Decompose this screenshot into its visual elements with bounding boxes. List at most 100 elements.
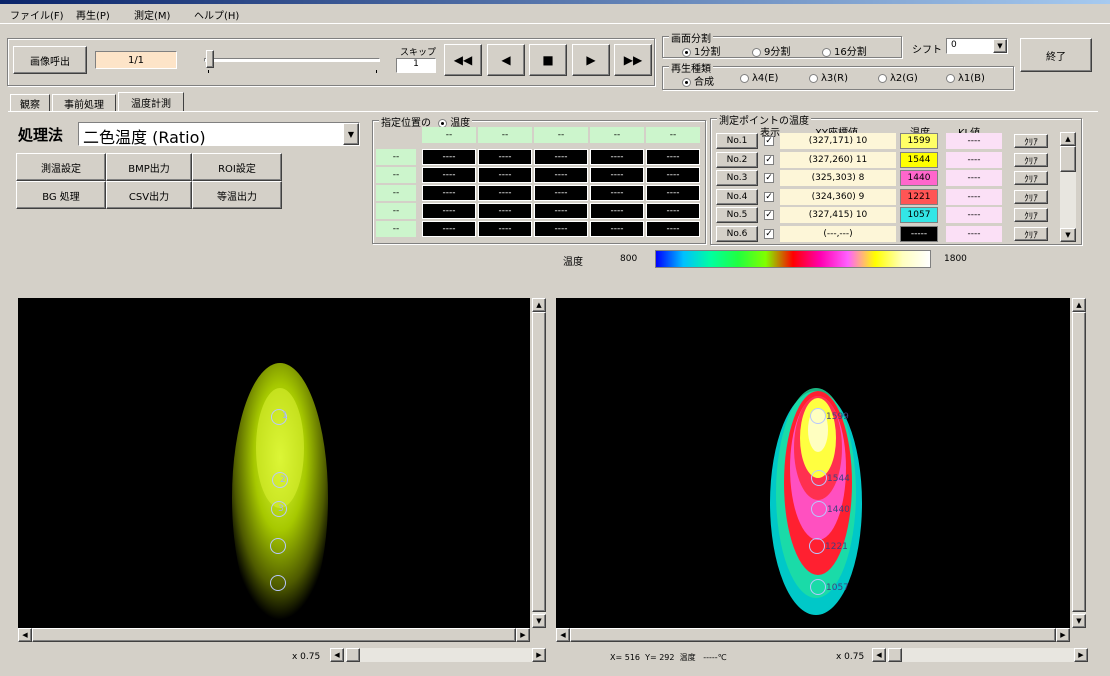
- measure-point-marker[interactable]: [270, 575, 286, 591]
- split-option-1[interactable]: 1分割: [682, 43, 720, 58]
- point-checkbox[interactable]: ✓: [764, 136, 774, 146]
- tab-observe[interactable]: 観察: [10, 94, 50, 112]
- scroll-up-icon[interactable]: ▲: [1060, 132, 1076, 146]
- tab-temperature[interactable]: 温度計測: [118, 92, 184, 112]
- scroll-down-icon[interactable]: ▼: [532, 614, 546, 628]
- roi-settings-button[interactable]: ROI設定: [192, 153, 282, 181]
- measure-point-marker[interactable]: [810, 408, 826, 424]
- temp-settings-button[interactable]: 測温設定: [16, 153, 106, 181]
- split-option-16[interactable]: 16分割: [822, 43, 867, 58]
- scroll-right-icon[interactable]: ▶: [1056, 628, 1070, 642]
- scroll-thumb[interactable]: [532, 312, 546, 612]
- split-option-9[interactable]: 9分割: [752, 43, 790, 58]
- chevron-down-icon[interactable]: ▼: [343, 123, 359, 145]
- scroll-up-icon[interactable]: ▲: [1072, 298, 1086, 312]
- menu-measure[interactable]: 測定(M): [134, 7, 170, 22]
- right-zoom-label: x 0.75: [836, 652, 865, 662]
- scroll-right-icon[interactable]: ▶: [516, 628, 530, 642]
- playback-option-composite[interactable]: 合成: [682, 73, 714, 88]
- point-checkbox[interactable]: ✓: [764, 155, 774, 165]
- scroll-left-icon[interactable]: ◀: [18, 628, 32, 642]
- stop-button[interactable]: ■: [529, 44, 567, 76]
- measure-point-marker[interactable]: [811, 470, 827, 486]
- skip-input[interactable]: 1: [396, 58, 436, 73]
- point-xy-value: (327,415) 10: [780, 207, 896, 223]
- playback-option-l1[interactable]: λ1(B): [946, 73, 985, 84]
- point-name-button[interactable]: No.4: [716, 189, 758, 205]
- point-name-button[interactable]: No.2: [716, 152, 758, 168]
- scroll-right-icon[interactable]: ▶: [532, 648, 546, 662]
- point-name-button[interactable]: No.5: [716, 207, 758, 223]
- point-clear-button[interactable]: ｸﾘｱ: [1014, 190, 1048, 204]
- point-clear-button[interactable]: ｸﾘｱ: [1014, 134, 1048, 148]
- rewind-fast-button[interactable]: ◀◀: [444, 44, 482, 76]
- scroll-up-icon[interactable]: ▲: [532, 298, 546, 312]
- grid-header-cell: --: [478, 127, 532, 143]
- point-name-button[interactable]: No.3: [716, 170, 758, 186]
- right-vscroll[interactable]: ▲ ▼: [1072, 298, 1086, 628]
- isotherm-output-button[interactable]: 等温出力: [192, 181, 282, 209]
- point-clear-button[interactable]: ｸﾘｱ: [1014, 208, 1048, 222]
- chevron-down-icon[interactable]: ▼: [993, 39, 1007, 53]
- point-clear-button[interactable]: ｸﾘｱ: [1014, 227, 1048, 241]
- bmp-output-button[interactable]: BMP出力: [106, 153, 192, 181]
- point-checkbox[interactable]: ✓: [764, 173, 774, 183]
- scroll-down-icon[interactable]: ▼: [1060, 228, 1076, 242]
- scroll-thumb[interactable]: [570, 628, 1056, 642]
- menu-file[interactable]: ファイル(F): [10, 7, 64, 22]
- grid-header-cell: --: [590, 127, 644, 143]
- left-hscroll[interactable]: ◀ ▶: [18, 628, 530, 642]
- scroll-thumb[interactable]: [32, 628, 516, 642]
- measure-point-marker[interactable]: [810, 579, 826, 595]
- play-button[interactable]: ▶: [572, 44, 610, 76]
- grid-value-cell: ----: [478, 185, 532, 201]
- grid-value-cell: ----: [422, 185, 476, 201]
- points-scrollbar[interactable]: ▲ ▼: [1060, 132, 1076, 242]
- load-image-button[interactable]: 画像呼出: [13, 46, 87, 74]
- point-name-button[interactable]: No.1: [716, 133, 758, 149]
- point-checkbox[interactable]: ✓: [764, 192, 774, 202]
- tab-preprocess[interactable]: 事前処理: [52, 94, 116, 112]
- scroll-left-icon[interactable]: ◀: [556, 628, 570, 642]
- scroll-thumb[interactable]: [346, 648, 360, 662]
- step-back-button[interactable]: ◀: [487, 44, 525, 76]
- method-select[interactable]: 二色温度 (Ratio) ▼: [78, 122, 360, 147]
- shift-select[interactable]: 0 ▼: [946, 38, 1008, 54]
- right-zoom-slider[interactable]: ◀ ▶: [872, 648, 1088, 662]
- left-image-viewer[interactable]: 1 2 3: [18, 298, 530, 628]
- scroll-thumb[interactable]: [1060, 146, 1076, 172]
- scroll-thumb[interactable]: [888, 648, 902, 662]
- point-temp-value: 1440: [900, 170, 938, 186]
- csv-output-button[interactable]: CSV出力: [106, 181, 192, 209]
- scroll-thumb[interactable]: [1072, 312, 1086, 612]
- menu-help[interactable]: ヘルプ(H): [194, 7, 239, 22]
- scroll-right-icon[interactable]: ▶: [1074, 648, 1088, 662]
- scroll-left-icon[interactable]: ◀: [872, 648, 886, 662]
- slider-thumb[interactable]: [206, 50, 214, 68]
- point-checkbox[interactable]: ✓: [764, 229, 774, 239]
- tab-panel-border: [8, 111, 1098, 112]
- playback-option-l4[interactable]: λ4(E): [740, 73, 778, 84]
- scroll-down-icon[interactable]: ▼: [1072, 614, 1086, 628]
- measure-point-marker[interactable]: [270, 538, 286, 554]
- right-image-viewer[interactable]: 1599 1544 1440 1221 1057: [556, 298, 1070, 628]
- measure-point-marker[interactable]: [811, 501, 827, 517]
- menu-play[interactable]: 再生(P): [76, 7, 110, 22]
- point-name-button[interactable]: No.6: [716, 226, 758, 242]
- playback-option-l3[interactable]: λ3(R): [809, 73, 848, 84]
- left-vscroll[interactable]: ▲ ▼: [532, 298, 546, 628]
- point-kl-value: ----: [946, 152, 1002, 168]
- forward-fast-button[interactable]: ▶▶: [614, 44, 652, 76]
- bg-process-button[interactable]: BG 処理: [16, 181, 106, 209]
- point-clear-button[interactable]: ｸﾘｱ: [1014, 171, 1048, 185]
- scroll-left-icon[interactable]: ◀: [330, 648, 344, 662]
- right-hscroll[interactable]: ◀ ▶: [556, 628, 1070, 642]
- colorbar: [655, 250, 931, 268]
- measure-point-marker[interactable]: [809, 538, 825, 554]
- frame-slider[interactable]: [200, 48, 386, 74]
- point-checkbox[interactable]: ✓: [764, 210, 774, 220]
- left-zoom-slider[interactable]: ◀ ▶: [330, 648, 546, 662]
- playback-option-l2[interactable]: λ2(G): [878, 73, 918, 84]
- point-clear-button[interactable]: ｸﾘｱ: [1014, 153, 1048, 167]
- exit-button[interactable]: 終了: [1020, 38, 1092, 72]
